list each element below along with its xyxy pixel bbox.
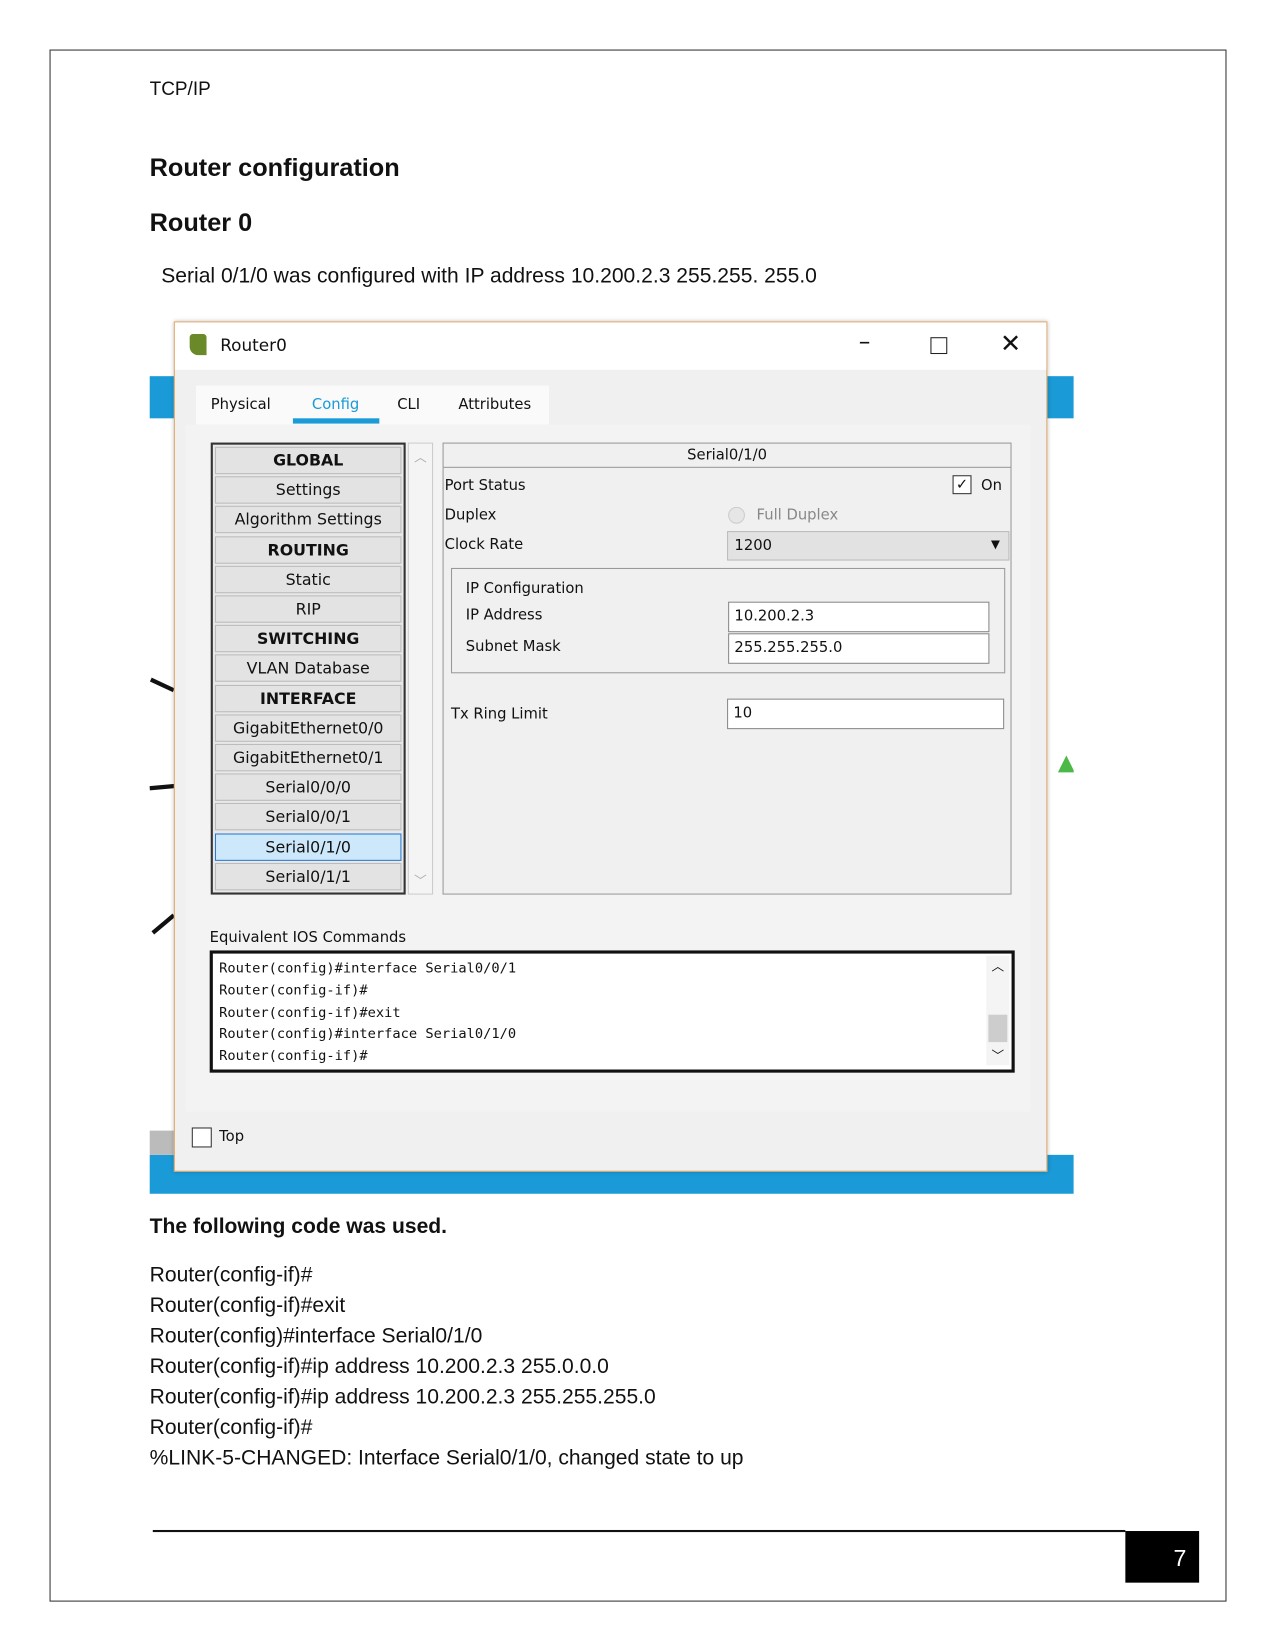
document-page: TCP/IP Router configuration Router 0 Ser… xyxy=(0,0,1275,1651)
window-title: Router0 xyxy=(220,335,287,356)
sidebar-item[interactable]: GigabitEthernet0/1 xyxy=(214,743,402,772)
tab-bar: Physical Config CLI Attributes xyxy=(195,385,549,425)
tab-cli[interactable]: CLI xyxy=(397,396,420,413)
ios-command-line: Router(config-if)# xyxy=(219,1048,368,1065)
sidebar-section-header: SWITCHING xyxy=(214,625,402,653)
subsection-title: Router 0 xyxy=(149,208,253,238)
sidebar-item[interactable]: Serial0/0/0 xyxy=(214,773,402,802)
tab-physical[interactable]: Physical xyxy=(211,396,271,413)
sidebar-section-header: ROUTING xyxy=(214,535,402,564)
ios-command-line: Router(config)#interface Serial0/0/1 xyxy=(219,960,517,977)
code-line: Router(config-if)#ip address 10.200.2.3 … xyxy=(149,1355,609,1379)
close-icon[interactable]: ✕ xyxy=(1000,329,1021,359)
router-app-icon xyxy=(189,334,207,356)
config-sidebar: GLOBAL Settings Algorithm Settings ROUTING S… xyxy=(210,442,406,895)
tx-ring-label: Tx Ring Limit xyxy=(450,705,548,723)
ios-command-line: Router(config-if)# xyxy=(219,982,368,999)
sidebar-section-header: INTERFACE xyxy=(214,684,402,712)
minimize-icon[interactable]: – xyxy=(859,329,871,355)
maximize-icon[interactable] xyxy=(930,337,948,355)
scroll-thumb[interactable] xyxy=(988,1014,1008,1043)
sidebar-item[interactable]: Algorithm Settings xyxy=(214,506,402,534)
ios-command-line: Router(config-if)#exit xyxy=(219,1004,401,1021)
running-title: TCP/IP xyxy=(149,77,211,100)
sidebar-item[interactable]: Serial0/1/0 xyxy=(214,833,402,861)
link-line xyxy=(149,783,176,791)
dropdown-arrow-icon: ▼ xyxy=(991,537,1000,552)
top-checkbox[interactable] xyxy=(191,1127,212,1148)
code-line: %LINK-5-CHANGED: Interface Serial0/1/0, … xyxy=(149,1446,744,1470)
top-label: Top xyxy=(219,1128,245,1146)
ip-address-label: IP Address xyxy=(465,606,543,624)
sidebar-item[interactable]: GigabitEthernet0/0 xyxy=(214,714,402,742)
clock-rate-select[interactable]: 1200 ▼ xyxy=(727,531,1010,561)
ios-scrollbar[interactable]: ︿ ﹀ xyxy=(986,955,1010,1066)
interface-panel: Serial0/1/0 Port Status ✓ On Duplex Full… xyxy=(442,442,1012,895)
scroll-down-icon[interactable]: ﹀ xyxy=(414,871,427,889)
tab-attributes[interactable]: Attributes xyxy=(458,396,531,413)
scroll-up-icon[interactable]: ︿ xyxy=(992,957,1005,975)
tab-config[interactable]: Config xyxy=(312,396,359,413)
background-bar xyxy=(1045,376,1074,419)
sidebar-item[interactable]: Static xyxy=(214,565,402,594)
sidebar-scrollbar[interactable]: ︿ ﹀ xyxy=(407,442,434,895)
ip-configuration-label: IP Configuration xyxy=(465,580,584,598)
port-status-checkbox[interactable]: ✓ xyxy=(952,475,972,495)
code-line: Router(config)#interface Serial0/1/0 xyxy=(149,1324,483,1348)
interface-title: Serial0/1/0 xyxy=(443,444,1011,468)
ip-address-input[interactable]: 10.200.2.3 xyxy=(728,601,990,633)
full-duplex-radio[interactable] xyxy=(728,506,745,524)
router-window: Router0 – ✕ Physical Config CLI Attribut… xyxy=(173,321,1048,1172)
sidebar-item[interactable]: Serial0/1/1 xyxy=(214,862,402,891)
footer-rule xyxy=(152,1529,1126,1533)
code-heading: The following code was used. xyxy=(149,1214,448,1239)
intro-text: Serial 0/1/0 was configured with IP addr… xyxy=(161,264,817,288)
subnet-mask-label: Subnet Mask xyxy=(465,638,561,656)
subnet-mask-input[interactable]: 255.255.255.0 xyxy=(728,633,990,664)
ios-commands-box[interactable]: ︿ ﹀ Router(config)#interface Serial0/0/1… xyxy=(209,950,1015,1073)
sidebar-item[interactable]: RIP xyxy=(214,595,402,623)
code-line: Router(config-if)#exit xyxy=(149,1293,346,1318)
section-title: Router configuration xyxy=(149,153,400,183)
page-number: 7 xyxy=(1125,1531,1200,1583)
screenshot: Router0 – ✕ Physical Config CLI Attribut… xyxy=(149,310,1074,1194)
sidebar-item[interactable]: VLAN Database xyxy=(214,654,402,683)
duplex-label: Duplex xyxy=(444,506,497,524)
ip-configuration-group: IP Configuration IP Address Subnet Mask … xyxy=(450,567,1006,674)
sidebar-section-header: GLOBAL xyxy=(214,446,402,475)
sidebar-item[interactable]: Serial0/0/1 xyxy=(214,803,402,831)
port-status-label: Port Status xyxy=(444,477,526,495)
clock-rate-label: Clock Rate xyxy=(444,536,524,554)
scroll-up-icon[interactable]: ︿ xyxy=(414,448,427,466)
code-line: Router(config-if)# xyxy=(149,1416,313,1440)
code-line: Router(config-if)#ip address 10.200.2.3 … xyxy=(149,1385,656,1409)
port-on-label: On xyxy=(980,477,1002,495)
scroll-down-icon[interactable]: ﹀ xyxy=(992,1046,1005,1064)
tx-ring-input[interactable]: 10 xyxy=(727,698,1005,730)
title-bar: Router0 – ✕ xyxy=(174,322,1047,370)
link-line xyxy=(151,913,176,935)
background-bar xyxy=(149,1130,176,1155)
ios-commands-label: Equivalent IOS Commands xyxy=(209,929,407,947)
background-bar xyxy=(149,376,176,419)
clock-rate-value: 1200 xyxy=(734,537,772,555)
link-status-icon xyxy=(1057,755,1074,773)
sidebar-item[interactable]: Settings xyxy=(214,476,402,504)
active-tab-indicator xyxy=(292,418,380,424)
link-line xyxy=(149,677,175,693)
ios-command-line: Router(config)#interface Serial0/1/0 xyxy=(219,1026,517,1043)
full-duplex-label: Full Duplex xyxy=(756,506,839,524)
code-line: Router(config-if)# xyxy=(149,1263,313,1287)
